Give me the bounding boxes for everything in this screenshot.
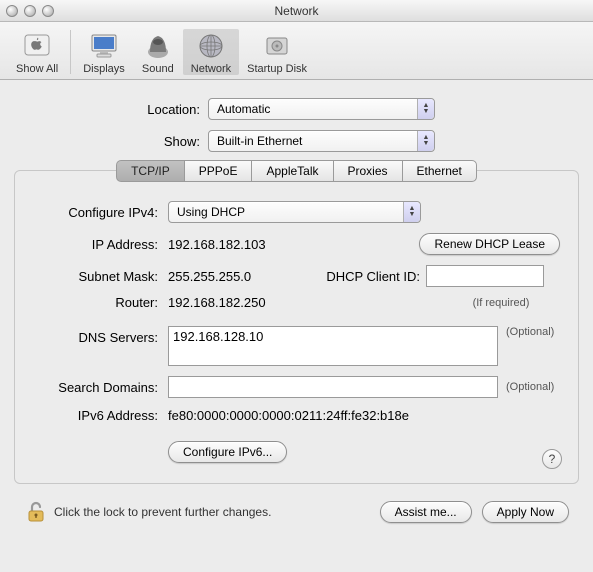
titlebar: Network xyxy=(0,0,593,22)
displays-label: Displays xyxy=(83,63,125,75)
search-optional-label: (Optional) xyxy=(506,381,554,393)
configure-ipv6-button[interactable]: Configure IPv6... xyxy=(168,441,287,463)
popup-arrows-icon: ▲▼ xyxy=(417,131,434,151)
zoom-window-button[interactable] xyxy=(42,5,54,17)
assist-me-button[interactable]: Assist me... xyxy=(380,501,472,523)
ipv6-address-value: fe80:0000:0000:0000:0211:24ff:fe32:b18e xyxy=(168,408,409,423)
disk-icon xyxy=(260,29,294,63)
globe-icon xyxy=(194,29,228,63)
location-value: Automatic xyxy=(217,102,270,116)
location-label: Location: xyxy=(6,102,208,117)
tab-proxies[interactable]: Proxies xyxy=(333,160,402,182)
apply-now-button[interactable]: Apply Now xyxy=(482,501,569,523)
tab-pppoe[interactable]: PPPoE xyxy=(184,160,252,182)
ip-address-value: 192.168.182.103 xyxy=(168,237,388,252)
configure-ipv4-value: Using DHCP xyxy=(177,205,245,219)
search-domains-input[interactable] xyxy=(168,376,498,398)
network-label: Network xyxy=(191,63,231,75)
apple-icon xyxy=(20,29,54,63)
dhcp-client-id-label: DHCP Client ID: xyxy=(318,269,426,284)
show-all-label: Show All xyxy=(16,63,58,75)
configure-ipv4-popup[interactable]: Using DHCP ▲▼ xyxy=(168,201,421,223)
startup-disk-button[interactable]: Startup Disk xyxy=(239,29,315,75)
speaker-icon xyxy=(141,29,175,63)
startup-disk-label: Startup Disk xyxy=(247,63,307,75)
settings-groupbox: TCP/IP PPPoE AppleTalk Proxies Ethernet … xyxy=(14,170,579,484)
popup-arrows-icon: ▲▼ xyxy=(417,99,434,119)
window-title: Network xyxy=(0,4,593,18)
displays-button[interactable]: Displays xyxy=(75,29,133,75)
help-button[interactable]: ? xyxy=(542,449,562,469)
tab-appletalk[interactable]: AppleTalk xyxy=(251,160,332,182)
configure-ipv4-label: Configure IPv4: xyxy=(33,205,168,220)
location-popup[interactable]: Automatic ▲▼ xyxy=(208,98,435,120)
dns-servers-label: DNS Servers: xyxy=(33,326,168,345)
close-window-button[interactable] xyxy=(6,5,18,17)
toolbar: Show All Displays Sound xyxy=(0,22,593,80)
lock-icon[interactable] xyxy=(24,500,48,524)
popup-arrows-icon: ▲▼ xyxy=(403,202,420,222)
subnet-mask-value: 255.255.255.0 xyxy=(168,269,318,284)
minimize-window-button[interactable] xyxy=(24,5,36,17)
renew-dhcp-lease-button[interactable]: Renew DHCP Lease xyxy=(419,233,560,255)
sound-button[interactable]: Sound xyxy=(133,29,183,75)
show-all-button[interactable]: Show All xyxy=(8,29,66,75)
network-button[interactable]: Network xyxy=(183,29,239,75)
dns-servers-input[interactable] xyxy=(168,326,498,366)
sound-label: Sound xyxy=(142,63,174,75)
display-icon xyxy=(87,29,121,63)
show-label: Show: xyxy=(6,134,208,149)
lock-text: Click the lock to prevent further change… xyxy=(54,505,380,519)
dns-optional-label: (Optional) xyxy=(506,326,554,338)
dhcp-client-id-input[interactable] xyxy=(426,265,544,287)
tab-tcpip[interactable]: TCP/IP xyxy=(116,160,184,182)
router-value: 192.168.182.250 xyxy=(168,295,318,310)
show-popup[interactable]: Built-in Ethernet ▲▼ xyxy=(208,130,435,152)
tab-ethernet[interactable]: Ethernet xyxy=(402,160,477,182)
show-value: Built-in Ethernet xyxy=(217,134,302,148)
search-domains-label: Search Domains: xyxy=(33,380,168,395)
ip-address-label: IP Address: xyxy=(33,237,168,252)
toolbar-separator xyxy=(70,30,71,74)
subnet-mask-label: Subnet Mask: xyxy=(33,269,168,284)
tab-bar: TCP/IP PPPoE AppleTalk Proxies Ethernet xyxy=(33,160,560,182)
ipv6-address-label: IPv6 Address: xyxy=(33,408,168,423)
dhcp-client-id-hint: (If required) xyxy=(442,297,560,309)
router-label: Router: xyxy=(33,295,168,310)
